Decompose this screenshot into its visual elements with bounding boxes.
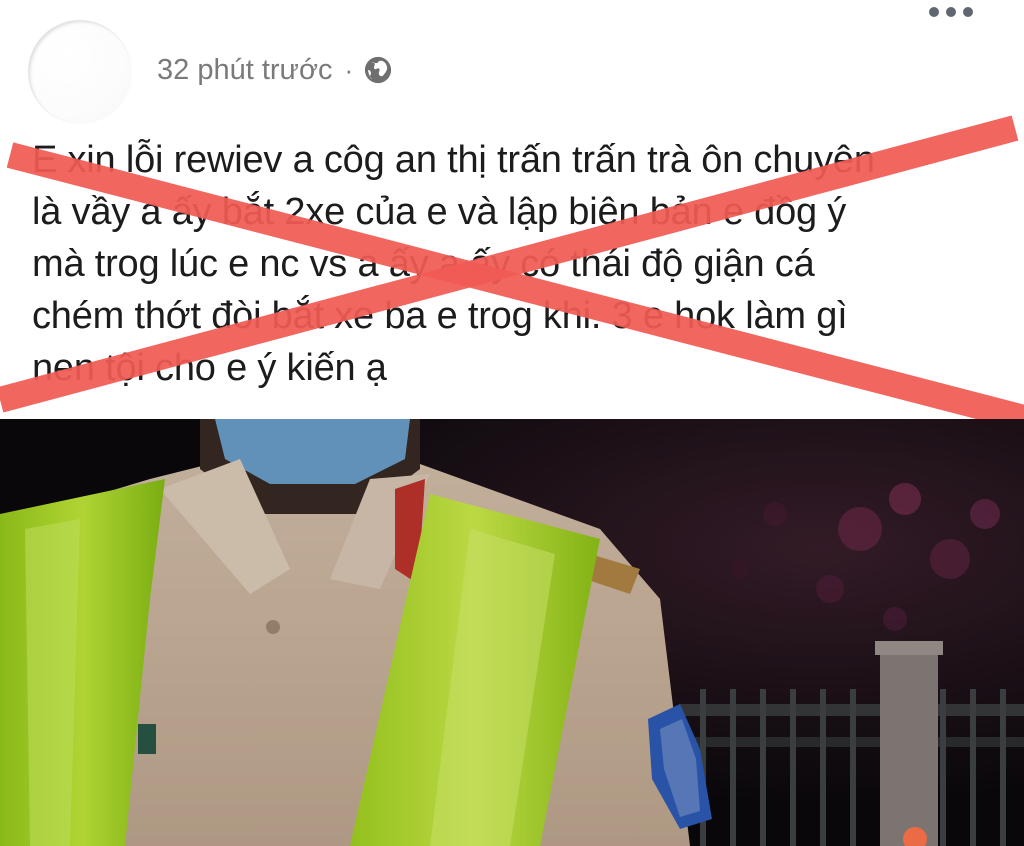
post-header: 32 phút trước · — [0, 0, 1024, 124]
globe-icon[interactable] — [363, 55, 393, 85]
facebook-post: 32 phút trước · E xin lỗi rewiev a côg a… — [0, 0, 1024, 846]
profile-avatar[interactable] — [28, 20, 132, 124]
post-text-line: là vầy a ấy bắt 2xe của e và lập biên bả… — [32, 191, 847, 233]
post-body-text: E xin lỗi rewiev a côg an thị trấn trấn … — [32, 134, 1007, 394]
meta-separator: · — [344, 54, 354, 85]
post-photo[interactable] — [0, 419, 1024, 846]
post-text-line: E xin lỗi rewiev a côg an thị trấn trấn … — [32, 139, 875, 181]
post-meta: 32 phút trước · — [157, 50, 393, 90]
post-text-line: nen tội cho e ý kiến ạ — [32, 347, 387, 389]
post-timestamp[interactable]: 32 phút trước — [157, 54, 332, 87]
post-text-line: chém thớt đòi bắt xe ba e trog khi. 3 e … — [32, 295, 848, 337]
post-text-line: mà trog lúc e nc vs a ấy a ấy có thái độ… — [32, 243, 815, 285]
more-options-icon[interactable] — [926, 2, 976, 22]
officer-photo — [0, 419, 1024, 846]
